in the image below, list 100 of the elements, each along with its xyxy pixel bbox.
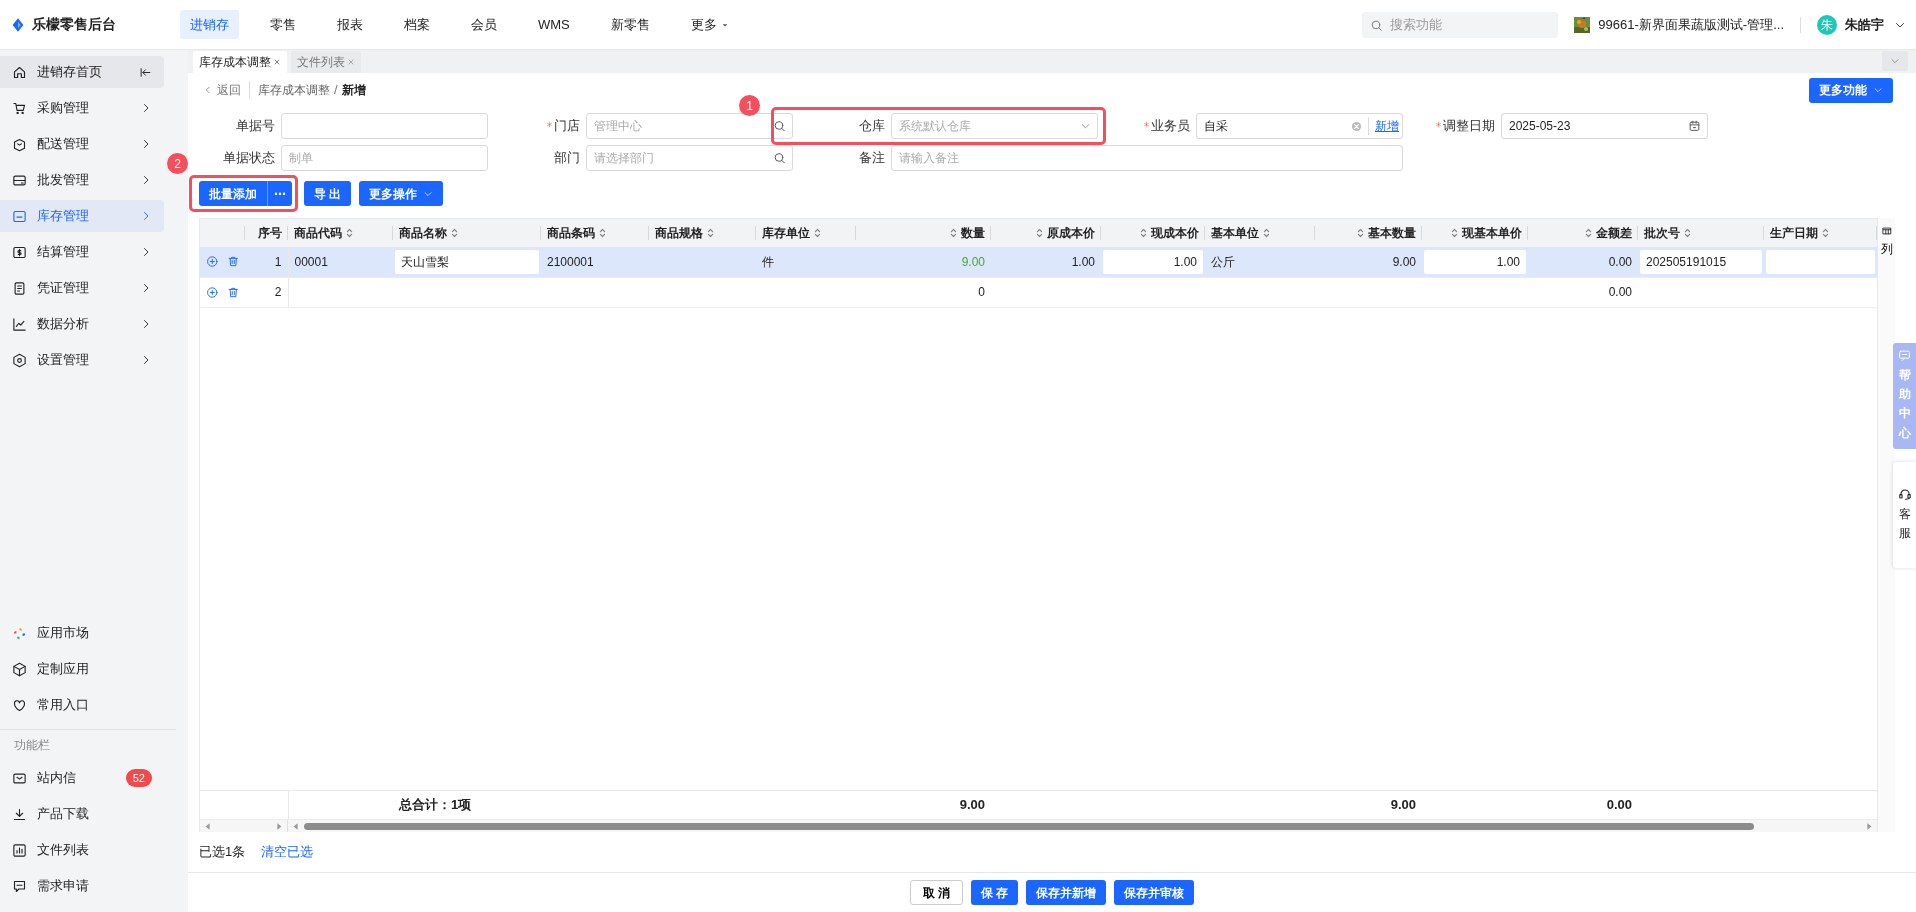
customer-service-tab[interactable]: 客服 (1893, 462, 1916, 568)
tab[interactable]: 文件列表 (291, 51, 361, 73)
cell-input[interactable] (1766, 249, 1875, 274)
search-icon (1370, 18, 1384, 32)
table-cell: 00001 (294, 254, 328, 269)
field-label: 仓库 (859, 117, 885, 136)
search-field[interactable]: 管理中心 (586, 113, 793, 139)
more-actions-button[interactable]: 更多操作 (359, 181, 444, 206)
total-value: 总合计：1项 (399, 797, 472, 813)
section-label: 功能栏 (0, 729, 176, 760)
sort-icon (1684, 227, 1691, 239)
breadcrumb-item[interactable]: 库存成本调整 (258, 81, 330, 99)
table-cell: 2100001 (547, 254, 594, 269)
nav-menu-item[interactable]: 更多 (680, 9, 739, 40)
sort-icon (451, 227, 458, 239)
settings-icon (12, 352, 27, 368)
search-field[interactable]: 搜索功能 (1362, 11, 1559, 38)
search-icon (773, 151, 786, 165)
sidebar-item[interactable]: 凭证管理 (0, 272, 164, 304)
sidebar-item[interactable]: 定制应用 (0, 653, 164, 685)
bar-chart-icon (12, 842, 27, 858)
export-button[interactable]: 导 出 (304, 181, 352, 206)
sidebar-item[interactable]: 产品下载 (0, 798, 164, 830)
field-label: 业务员 (1151, 117, 1190, 136)
table-cell: 0.00 (1608, 254, 1632, 269)
cell-input[interactable]: 1.00 (1103, 249, 1203, 274)
table-cell: 9.00 (961, 254, 985, 269)
sidebar-item[interactable]: 结算管理 (0, 236, 164, 268)
nav-menu-item[interactable]: 报表 (327, 9, 373, 40)
cell-input[interactable]: 1.00 (1424, 249, 1526, 274)
sort-icon (1140, 227, 1147, 239)
sort-icon (1036, 227, 1043, 239)
sidebar-item[interactable]: 进销存首页 (0, 56, 164, 88)
field-label: 门店 (554, 117, 580, 136)
parcel-icon (12, 136, 27, 152)
input-field[interactable]: 请输入备注 (891, 145, 1403, 171)
input-field[interactable] (281, 113, 488, 139)
nav-menu-item[interactable]: 档案 (394, 9, 440, 40)
store-name[interactable]: 99661-新界面果蔬版测试-管理... (1598, 14, 1784, 35)
field-label: 调整日期 (1443, 117, 1495, 136)
row-number: 2 (274, 285, 282, 299)
nav-menu-item[interactable]: 进销存 (180, 9, 239, 40)
arrow-right-icon (275, 821, 283, 831)
sidebar-item[interactable]: 站内信 52 (0, 762, 164, 794)
chat-icon (12, 878, 27, 894)
sort-icon (1822, 227, 1829, 239)
delete-icon (226, 255, 239, 269)
sidebar-item[interactable]: 数据分析 (0, 308, 164, 340)
download-icon (12, 806, 27, 822)
back-link[interactable]: 返回 (203, 81, 250, 99)
user-name[interactable]: 朱皓宇 (1845, 14, 1884, 35)
sidebar-item[interactable]: 需求申请 (0, 870, 164, 902)
more-options-button[interactable]: ⋯ (267, 181, 292, 206)
sidebar-item[interactable]: 文件列表 (0, 834, 164, 866)
line-chart-icon (12, 316, 27, 332)
nav-menu-item[interactable]: WMS (528, 9, 580, 40)
select-field[interactable]: 系统默认仓库 (891, 113, 1098, 139)
sidebar-item[interactable]: 应用市场 (0, 617, 164, 649)
sort-icon (346, 227, 353, 239)
table-cell: 1.00 (1071, 254, 1095, 269)
date-field[interactable]: 2025-05-23 (1501, 113, 1708, 139)
cell-input[interactable]: 天山雪梨 (395, 249, 539, 274)
sidebar-item[interactable]: 配送管理 (0, 128, 164, 160)
primary-button[interactable]: 保存并审核 (1114, 880, 1195, 905)
mail-icon (12, 770, 27, 786)
row-number: 1 (274, 254, 282, 269)
sidebar-item[interactable]: 设置管理 (0, 344, 164, 376)
field-label: 单据状态 (223, 149, 275, 168)
table-cell: 9.00 (1392, 254, 1416, 269)
sort-icon (599, 227, 606, 239)
clear-selection-link[interactable]: 清空已选 (261, 842, 314, 862)
nav-menu-item[interactable]: 零售 (260, 9, 306, 40)
chevron-down-icon (1890, 56, 1900, 66)
table-cell: 0.00 (1608, 285, 1632, 299)
sidebar-item[interactable]: 常用入口 (0, 689, 164, 721)
nav-menu-item[interactable]: 新零售 (600, 9, 660, 40)
tab[interactable]: 库存成本调整 (193, 51, 287, 73)
more-functions-button[interactable]: 更多功能 (1809, 77, 1893, 103)
sidebar-item[interactable]: 库存管理 (0, 200, 164, 232)
primary-button[interactable]: 保 存 (971, 880, 1019, 905)
nav-menu-item[interactable]: 会员 (461, 9, 507, 40)
cell-input[interactable]: 202505191015 (1640, 249, 1762, 274)
clear-icon (1351, 120, 1362, 132)
batch-add-button[interactable]: 批量添加 (199, 181, 267, 206)
cancel-button[interactable]: 取 消 (909, 880, 963, 905)
tabs-dropdown-button[interactable] (1882, 51, 1908, 71)
arrow-right-icon (1865, 821, 1873, 831)
search-field[interactable]: 请选择部门 (586, 145, 793, 171)
count-badge: 52 (125, 768, 152, 788)
input-field[interactable]: 制单 (281, 145, 488, 171)
sidebar-item[interactable]: 采购管理 (0, 92, 164, 124)
document-icon (12, 280, 27, 296)
primary-button[interactable]: 保存并新增 (1026, 880, 1107, 905)
add-link[interactable]: 新增 (1368, 117, 1399, 135)
tray-icon (12, 172, 27, 188)
sidebar-item[interactable]: 批发管理 (0, 164, 164, 196)
field-label: 部门 (554, 149, 580, 168)
column-settings-button[interactable]: 列 (1878, 218, 1895, 832)
user-avatar: 朱 (1817, 14, 1837, 35)
table-cell: 公斤 (1211, 254, 1235, 269)
